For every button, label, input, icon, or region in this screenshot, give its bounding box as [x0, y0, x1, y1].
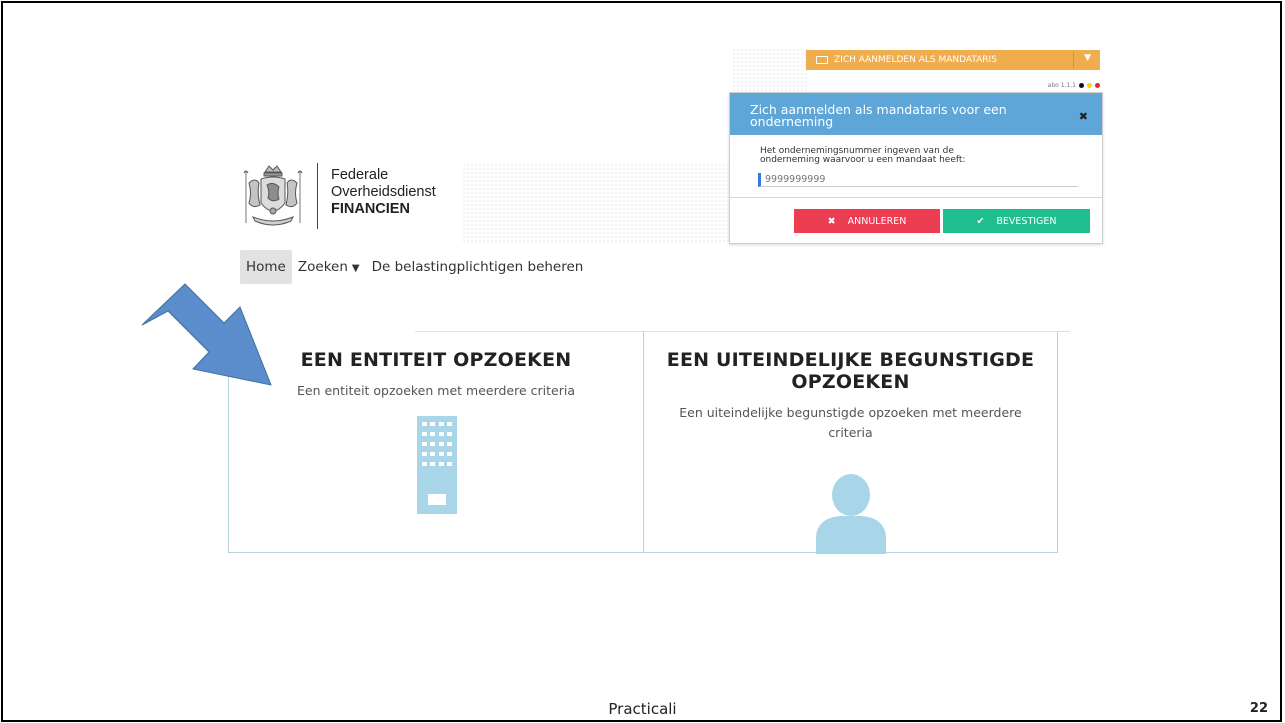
mandate-panel: ZICH AANMELDEN ALS MANDATARIS ▼ abo 1.1.…	[728, 48, 1104, 244]
confirm-button[interactable]: ✔ BEVESTIGEN	[943, 209, 1090, 233]
search-cards: EEN ENTITEIT OPZOEKEN Een entiteit opzoe…	[228, 331, 1058, 554]
close-icon[interactable]: ✖	[1079, 111, 1088, 123]
nav-item-zoeken[interactable]: Zoeken ▼	[292, 250, 366, 284]
person-icon	[816, 474, 886, 554]
mandate-login-button[interactable]: ZICH AANMELDEN ALS MANDATARIS ▼	[806, 50, 1100, 70]
confirm-label: BEVESTIGEN	[996, 215, 1057, 227]
card-entiteit-opzoeken[interactable]: EEN ENTITEIT OPZOEKEN Een entiteit opzoe…	[228, 331, 644, 553]
card-title-line-1: EEN UITEINDELIJKE BEGUNSTIGDE	[666, 349, 1035, 371]
company-number-label: Het ondernemingsnummer ingeven van de on…	[760, 147, 1090, 165]
card-title: EEN ENTITEIT OPZOEKEN	[300, 349, 572, 371]
mandate-modal: Zich aanmelden als mandataris voor een o…	[729, 92, 1103, 244]
main-nav: Home Zoeken ▼ De belastingplichtigen behe…	[240, 250, 589, 284]
caret-down-icon: ▼	[351, 263, 360, 274]
modal-title-line-2: onderneming	[750, 114, 834, 129]
belgian-crest-icon	[243, 165, 303, 226]
flag-dot-red	[1095, 83, 1100, 88]
logo-line-1: Federale	[331, 167, 389, 183]
card-subtitle: Een entiteit opzoeken met meerdere crite…	[297, 383, 575, 398]
building-icon	[417, 416, 457, 514]
slide-page-number: 22	[1249, 701, 1268, 716]
label-line-2: onderneming waarvoor u een mandaat heeft…	[760, 155, 966, 165]
cancel-button[interactable]: ✖ ANNULEREN	[794, 209, 940, 233]
close-icon: ✖	[827, 215, 836, 227]
logo-text: Federale Overheidsdienst FINANCIEN	[331, 167, 436, 218]
logo-line-2: Overheidsdienst	[331, 184, 436, 200]
card-subtitle: Een uiteindelijke begunstigde opzoeken m…	[644, 403, 1057, 443]
caret-down-icon[interactable]: ▼	[1084, 53, 1091, 63]
cancel-label: ANNULEREN	[847, 215, 907, 227]
logo-divider	[317, 163, 318, 229]
id-card-icon	[816, 56, 828, 64]
mandate-login-label: ZICH AANMELDEN ALS MANDATARIS	[834, 55, 997, 65]
nav-item-home[interactable]: Home	[240, 250, 292, 284]
version-line: abo 1.1.1	[1048, 82, 1100, 89]
nav-item-belastingplichtigen[interactable]: De belastingplichtigen beheren	[366, 250, 590, 284]
logo-line-3: FINANCIEN	[331, 201, 410, 217]
nav-item-zoeken-label: Zoeken	[297, 259, 348, 275]
pointer-arrow-icon	[141, 283, 272, 386]
card-subtitle-line-1: Een uiteindelijke begunstigde opzoeken m…	[679, 405, 1022, 420]
company-number-input[interactable]	[758, 173, 1078, 187]
card-subtitle-line-2: criteria	[828, 425, 873, 440]
header-dotted-pattern	[462, 163, 732, 243]
card-begunstigde-opzoeken[interactable]: EEN UITEINDELIJKE BEGUNSTIGDE OPZOEKEN E…	[643, 331, 1058, 554]
modal-header: Zich aanmelden als mandataris voor een o…	[730, 93, 1102, 135]
card-title: EEN UITEINDELIJKE BEGUNSTIGDE OPZOEKEN	[644, 349, 1057, 393]
card-title-line-2: OPZOEKEN	[791, 371, 910, 393]
slide-footer-title: Practicali	[608, 700, 677, 718]
version-label: abo 1.1.1	[1047, 82, 1076, 89]
modal-divider	[730, 197, 1102, 198]
flag-dot-black	[1079, 83, 1084, 88]
button-separator	[1073, 52, 1074, 68]
checkmark-icon: ✔	[976, 215, 985, 227]
flag-dot-yellow	[1087, 83, 1092, 88]
